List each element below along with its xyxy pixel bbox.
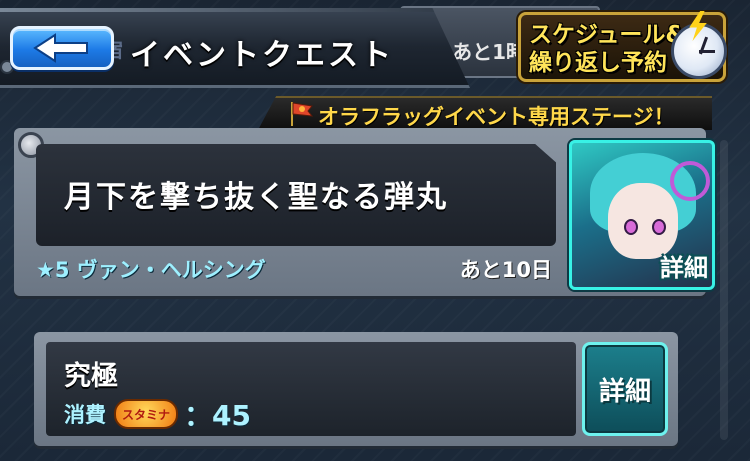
previous-header-text: あと1時 (452, 40, 526, 64)
quest-boss-label: ★5 ヴァン・ヘルシング (36, 258, 266, 282)
quest-card[interactable]: 月下を撃ち抜く聖なる弾丸 ★5 ヴァン・ヘルシング あと10日 詳細 (14, 128, 715, 296)
schedule-repeat-button[interactable]: スケジュール& 繰り返し予約 (518, 11, 727, 82)
stamina-cost: ：45 (184, 399, 251, 432)
difficulty-panel: 究極 消費 スタミナ ：45 (46, 342, 576, 436)
back-button[interactable] (10, 26, 114, 70)
event-banner: オラフラッグイベント専用ステージ！ (258, 96, 712, 130)
stamina-icon: スタミナ (114, 399, 179, 429)
page-title: イベントクエスト (130, 38, 394, 73)
portrait-eye (624, 219, 638, 235)
difficulty-detail-button[interactable]: 詳細 (582, 342, 668, 436)
quest-info-row: ★5 ヴァン・ヘルシング あと10日 (36, 250, 556, 286)
quest-name-panel: 月下を撃ち抜く聖なる弾丸 (36, 144, 556, 246)
scrollbar[interactable] (720, 140, 728, 440)
event-banner-text: オラフラッグイベント専用ステージ！ (318, 105, 675, 129)
flag-icon (291, 102, 314, 126)
difficulty-name: 究極 (64, 361, 118, 392)
stamina-label: 消費 (64, 403, 106, 427)
stamina-row: 消費 スタミナ ：45 (64, 398, 251, 432)
difficulty-card[interactable]: 究極 消費 スタミナ ：45 詳細 (34, 332, 678, 446)
quest-remaining-time: あと10日 (459, 258, 552, 282)
quest-name: 月下を撃ち抜く聖なる弾丸 (64, 180, 448, 215)
portrait-ring (670, 161, 710, 201)
back-arrow-icon (33, 33, 88, 63)
boss-portrait-detail-button[interactable]: 詳細 (569, 140, 715, 290)
portrait-detail-label: 詳細 (660, 254, 708, 282)
detail-button-label: 詳細 (598, 376, 651, 407)
portrait-eye (652, 219, 666, 235)
schedule-button-label: スケジュール& 繰り返し予約 (529, 22, 686, 76)
